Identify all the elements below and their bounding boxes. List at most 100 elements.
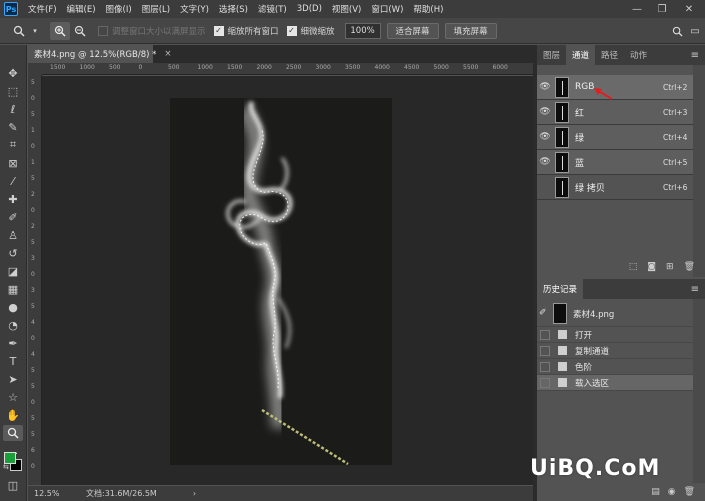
history-brush-tool-icon[interactable]: ↺ [3, 245, 23, 261]
blur-tool-icon[interactable]: ● [3, 299, 23, 315]
document-image[interactable] [170, 98, 392, 466]
menu-filter[interactable]: 滤镜(T) [253, 3, 292, 15]
clone-stamp-tool-icon[interactable]: ♙ [3, 227, 23, 243]
eye-icon[interactable]: 👁 [537, 107, 553, 117]
zoom-all-windows-checkbox[interactable]: ✓ 缩放所有窗口 [213, 25, 279, 37]
swap-colors-icon[interactable]: ⇆ [3, 463, 9, 471]
menu-help[interactable]: 帮助(H) [408, 3, 448, 15]
delete-icon[interactable]: 🗑 [684, 487, 695, 497]
zoom-percent-field[interactable]: 100% [344, 22, 381, 39]
menu-select[interactable]: 选择(S) [214, 3, 253, 15]
lasso-tool-icon[interactable]: ℓ [3, 101, 23, 117]
document-tab[interactable]: 素材4.png @ 12.5%(RGB/8) * × [28, 45, 172, 63]
save-selection-icon[interactable]: ◙ [647, 262, 656, 272]
zoom-tool-preset-icon[interactable] [8, 22, 30, 40]
workspace-icon[interactable]: ▭ [688, 22, 702, 40]
crop-tool-icon[interactable]: ⌗ [3, 137, 23, 153]
foreground-color-swatch[interactable] [4, 452, 16, 464]
panel-menu-icon[interactable]: ≡ [691, 284, 699, 295]
channel-row-blue[interactable]: 👁 蓝 Ctrl+5 [537, 150, 693, 175]
hand-tool-icon[interactable]: ✋ [3, 407, 23, 423]
menu-edit[interactable]: 编辑(E) [62, 3, 101, 15]
channel-row-red[interactable]: 👁 红 Ctrl+3 [537, 100, 693, 125]
fit-screen-button[interactable]: 适合屏幕 [386, 22, 439, 39]
marquee-tool-icon[interactable]: ⬚ [3, 83, 23, 99]
ruler-tick: 0 [31, 399, 35, 406]
quick-mask-icon[interactable]: ◫ [3, 477, 23, 493]
new-document-icon[interactable]: ▤ [651, 487, 660, 497]
channel-row-green-copy[interactable]: 绿 拷贝 Ctrl+6 [537, 175, 693, 200]
search-icon[interactable] [670, 22, 684, 40]
history-step-duplicate-channel[interactable]: 复制通道 [537, 343, 693, 359]
new-channel-icon[interactable]: ⊞ [666, 262, 674, 272]
tab-channels[interactable]: 通道 [566, 45, 596, 65]
history-step-load-selection[interactable]: 载入选区 [537, 375, 693, 391]
delete-channel-icon[interactable]: 🗑 [684, 262, 695, 272]
tab-history[interactable]: 历史记录 [537, 279, 584, 299]
load-selection-icon[interactable]: ⬚ [629, 262, 638, 272]
zoom-tool-icon[interactable] [3, 425, 23, 441]
panel-scrollbar[interactable] [693, 299, 705, 483]
ruler-tick: 5 [31, 383, 35, 390]
zoom-in-icon[interactable] [50, 21, 70, 40]
zoom-out-icon[interactable] [70, 22, 90, 40]
panel-scrollbar[interactable] [693, 65, 705, 277]
menu-view[interactable]: 视图(V) [327, 3, 366, 15]
minimize-button[interactable]: — [625, 0, 649, 18]
ruler-tick: 2500 [286, 64, 302, 71]
path-select-tool-icon[interactable]: ➤ [3, 371, 23, 387]
menu-type[interactable]: 文字(Y) [175, 3, 214, 15]
brush-tool-icon[interactable]: ✐ [3, 209, 23, 225]
history-snapshot[interactable]: ✐ 素材4.png [537, 301, 693, 327]
channel-row-green[interactable]: 👁 绿 Ctrl+4 [537, 125, 693, 150]
document-tab-bar: 素材4.png @ 12.5%(RGB/8) * × [28, 45, 533, 63]
healing-brush-tool-icon[interactable]: ✚ [3, 191, 23, 207]
ruler-tick: 3500 [345, 64, 361, 71]
ruler-tick: 3 [31, 287, 35, 294]
history-step-open[interactable]: 打开 [537, 327, 693, 343]
restore-button[interactable]: ❐ [650, 0, 674, 18]
eye-icon[interactable]: 👁 [537, 157, 553, 167]
eyedropper-tool-icon[interactable]: ⁄ [3, 173, 23, 189]
tab-layers[interactable]: 图层 [537, 45, 566, 65]
eye-icon[interactable]: 👁 [537, 132, 553, 142]
ruler-tick: 5 [31, 415, 35, 422]
ruler-tick: 2000 [256, 64, 272, 71]
gradient-tool-icon[interactable]: ▦ [3, 281, 23, 297]
fill-screen-button[interactable]: 填充屏幕 [444, 22, 497, 39]
shape-tool-icon[interactable]: ☆ [3, 389, 23, 405]
resize-windows-checkbox[interactable]: 调整窗口大小以满屏显示 [98, 25, 206, 37]
history-step-levels[interactable]: 色阶 [537, 359, 693, 375]
dodge-tool-icon[interactable]: ◔ [3, 317, 23, 333]
menu-window[interactable]: 窗口(W) [366, 3, 408, 15]
pen-tool-icon[interactable]: ✒ [3, 335, 23, 351]
channel-row-rgb[interactable]: 👁 RGB Ctrl+2 [537, 75, 693, 100]
ruler-tick: 4 [31, 351, 35, 358]
tab-paths[interactable]: 路径 [595, 45, 624, 65]
close-tab-icon[interactable]: × [164, 49, 171, 59]
move-tool-icon[interactable]: ✥ [3, 65, 23, 81]
menu-file[interactable]: 文件(F) [23, 3, 62, 15]
menu-layer[interactable]: 图层(L) [137, 3, 175, 15]
eye-icon[interactable]: 👁 [537, 82, 553, 92]
scrubby-zoom-checkbox[interactable]: ✓ 细微缩放 [286, 25, 335, 37]
type-tool-icon[interactable]: T [3, 353, 23, 369]
zoom-level[interactable]: 12.5% [34, 489, 78, 498]
eraser-tool-icon[interactable]: ◪ [3, 263, 23, 279]
menu-3d[interactable]: 3D(D) [292, 4, 327, 14]
status-menu-arrow[interactable]: › [193, 489, 196, 498]
channel-thumbnail [555, 176, 569, 198]
panel-menu-icon[interactable]: ≡ [691, 50, 699, 61]
menu-image[interactable]: 图像(I) [101, 3, 137, 15]
history-source-box [540, 329, 550, 340]
chevron-down-icon[interactable]: ▾ [30, 22, 40, 40]
ruler-tick: 2 [31, 223, 35, 230]
camera-icon[interactable]: ◉ [668, 487, 676, 497]
tab-actions[interactable]: 动作 [624, 45, 653, 65]
channels-panel: 图层 通道 路径 动作 ≡ 👁 RGB Ctrl+2 👁 红 Ctrl+3 👁 … [537, 45, 705, 277]
history-tabs: 历史记录 ≡ [537, 279, 705, 299]
quick-select-tool-icon[interactable]: ✎ [3, 119, 23, 135]
ruler-tick: 5000 [433, 64, 449, 71]
frame-tool-icon[interactable]: ⊠ [3, 155, 23, 171]
close-window-button[interactable]: ✕ [677, 0, 701, 18]
